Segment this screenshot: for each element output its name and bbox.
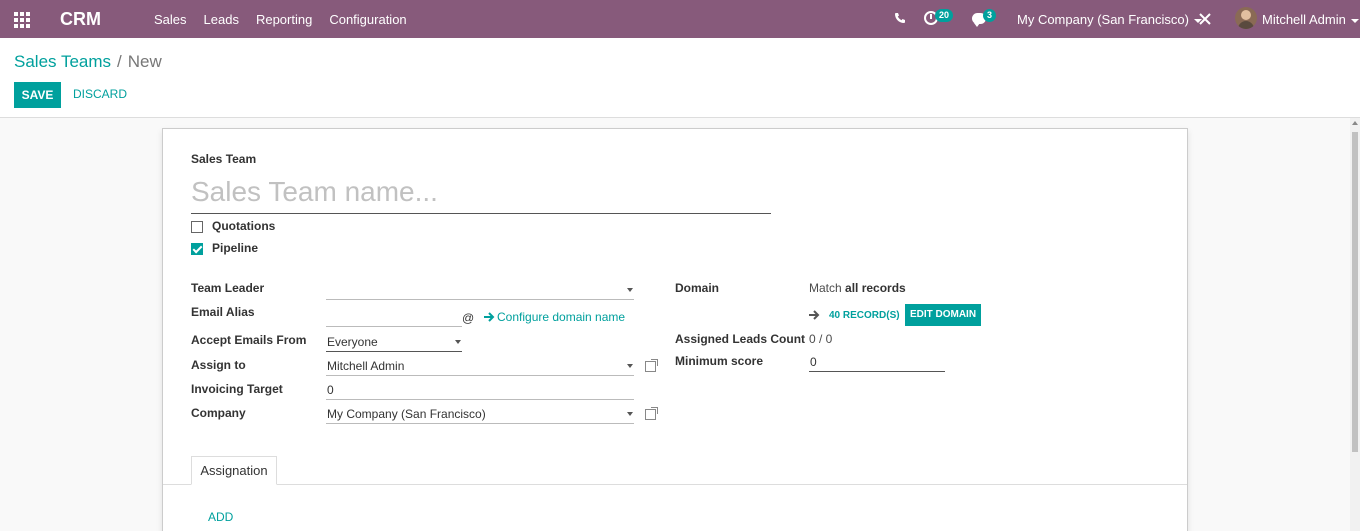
- assigned-leads-value: 0 / 0: [809, 332, 833, 346]
- page-scrollbar[interactable]: [1350, 118, 1360, 531]
- company-label: Company: [191, 406, 246, 420]
- breadcrumb-sales-teams[interactable]: Sales Teams: [14, 52, 111, 71]
- at-sign: @: [462, 311, 475, 325]
- scroll-thumb[interactable]: [1352, 132, 1358, 452]
- main-menu: Sales Leads Reporting Configuration: [154, 12, 424, 27]
- user-avatar[interactable]: [1235, 7, 1257, 29]
- top-navbar: CRM Sales Leads Reporting Configuration …: [0, 0, 1360, 38]
- phone-icon[interactable]: [894, 12, 906, 24]
- chevron-down-icon: [455, 340, 461, 344]
- records-count-link[interactable]: 40 RECORD(S): [829, 310, 900, 321]
- arrow-right-icon: [809, 310, 820, 320]
- assigned-leads-label: Assigned Leads Count: [675, 332, 806, 346]
- quotations-label: Quotations: [212, 219, 276, 233]
- domain-label: Domain: [675, 281, 720, 295]
- email-alias-input[interactable]: [326, 305, 462, 327]
- scroll-up-icon[interactable]: [1352, 121, 1358, 125]
- chevron-down-icon: [627, 412, 633, 416]
- arrow-right-icon: [484, 312, 495, 322]
- minimum-score-label: Minimum score: [675, 354, 764, 368]
- messages-count-badge: 3: [983, 9, 997, 22]
- menu-item-configuration[interactable]: Configuration: [329, 12, 406, 27]
- sales-team-label: Sales Team: [191, 152, 257, 166]
- accept-emails-select[interactable]: Everyone: [326, 330, 462, 352]
- edit-domain-button[interactable]: EDIT DOMAIN: [905, 304, 981, 326]
- configure-domain-link[interactable]: Configure domain name: [497, 310, 625, 324]
- form-sheet: Sales Team Sales Team name... Quotations…: [162, 128, 1188, 531]
- pipeline-label: Pipeline: [212, 241, 259, 255]
- menu-item-reporting[interactable]: Reporting: [256, 12, 312, 27]
- menu-item-sales[interactable]: Sales: [154, 12, 187, 27]
- sales-team-name-input[interactable]: Sales Team name...: [191, 172, 771, 214]
- external-link-icon[interactable]: [645, 407, 658, 420]
- company-switcher[interactable]: My Company (San Francisco): [1017, 12, 1202, 27]
- assign-to-label: Assign to: [191, 358, 246, 372]
- user-name-label: Mitchell Admin: [1262, 12, 1346, 27]
- accept-emails-label: Accept Emails From: [191, 333, 307, 347]
- activities-count-badge: 20: [935, 9, 954, 22]
- app-brand[interactable]: CRM: [60, 9, 101, 30]
- company-value: My Company (San Francisco): [327, 407, 486, 421]
- tab-bar: [163, 484, 1187, 485]
- assign-to-value: Mitchell Admin: [327, 359, 405, 373]
- discard-button[interactable]: DISCARD: [73, 87, 127, 101]
- menu-item-leads[interactable]: Leads: [204, 12, 239, 27]
- apps-menu-icon[interactable]: [14, 12, 30, 28]
- user-menu[interactable]: Mitchell Admin: [1262, 12, 1359, 27]
- quotations-checkbox[interactable]: [191, 221, 203, 233]
- domain-match-prefix: Match: [809, 281, 842, 295]
- breadcrumb-separator: /: [117, 52, 122, 71]
- invoicing-target-input[interactable]: 0: [326, 378, 634, 400]
- chevron-down-icon: [627, 364, 633, 368]
- control-panel: Sales Teams / New SAVE DISCARD: [0, 38, 1360, 118]
- email-alias-label: Email Alias: [191, 305, 255, 319]
- accept-emails-value: Everyone: [327, 335, 378, 349]
- pipeline-checkbox[interactable]: [191, 243, 203, 255]
- external-link-icon[interactable]: [645, 359, 658, 372]
- team-leader-select[interactable]: [326, 278, 634, 300]
- invoicing-target-value: 0: [327, 383, 334, 397]
- debug-tools-icon[interactable]: [1199, 13, 1211, 25]
- add-line-button[interactable]: ADD: [208, 510, 233, 524]
- invoicing-target-label: Invoicing Target: [191, 382, 283, 396]
- tab-assignation[interactable]: Assignation: [191, 456, 277, 485]
- team-leader-label: Team Leader: [191, 281, 265, 295]
- breadcrumb: Sales Teams / New: [14, 52, 162, 72]
- chevron-down-icon: [627, 288, 633, 292]
- company-select[interactable]: My Company (San Francisco): [326, 402, 634, 424]
- minimum-score-input[interactable]: 0: [809, 350, 945, 372]
- minimum-score-value: 0: [810, 355, 817, 369]
- domain-match-value: all records: [845, 281, 906, 295]
- company-switcher-label: My Company (San Francisco): [1017, 12, 1189, 27]
- domain-match-text: Match all records: [809, 281, 906, 295]
- save-button[interactable]: SAVE: [14, 82, 61, 108]
- chevron-down-icon: [1350, 18, 1359, 23]
- breadcrumb-current: New: [127, 52, 162, 71]
- assign-to-select[interactable]: Mitchell Admin: [326, 354, 634, 376]
